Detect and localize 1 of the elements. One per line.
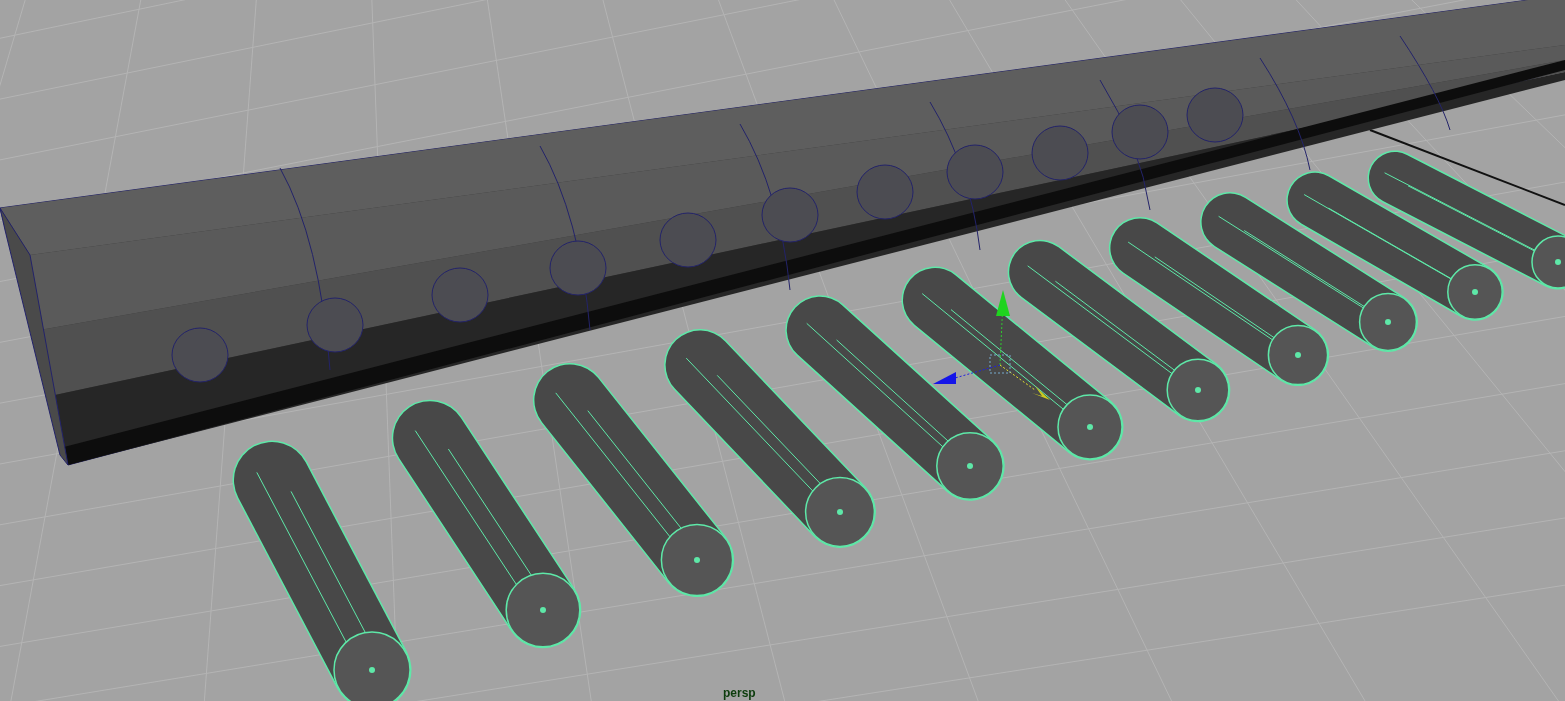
camera-label: persp — [723, 686, 756, 700]
